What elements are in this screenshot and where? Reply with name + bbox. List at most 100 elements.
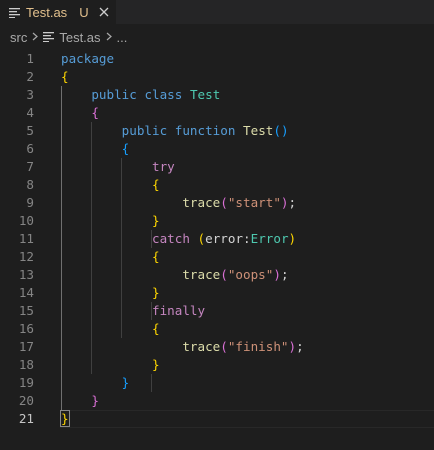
code-line[interactable]: 6 { bbox=[0, 140, 434, 158]
code-text: trace("start"); bbox=[61, 194, 296, 212]
chevron-right-icon bbox=[32, 30, 39, 44]
code-text: } bbox=[61, 212, 160, 230]
code-line[interactable]: 19 } bbox=[0, 374, 434, 392]
code-line[interactable]: 7 try bbox=[0, 158, 434, 176]
code-token: ; bbox=[288, 195, 297, 210]
line-number: 14 bbox=[18, 285, 34, 300]
code-token: } bbox=[91, 393, 99, 408]
code-token: error bbox=[205, 231, 244, 246]
code-token: } bbox=[60, 410, 70, 427]
code-text: { bbox=[61, 104, 99, 122]
code-token: Test bbox=[189, 87, 221, 102]
code-text: package bbox=[61, 50, 114, 68]
code-token: } bbox=[152, 357, 160, 372]
code-text: finally bbox=[61, 302, 205, 320]
line-number: 6 bbox=[26, 141, 34, 156]
code-line[interactable]: 15 finally bbox=[0, 302, 434, 320]
code-line[interactable]: 16 { bbox=[0, 320, 434, 338]
code-line[interactable]: 3 public class Test bbox=[0, 86, 434, 104]
breadcrumb-more[interactable]: ... bbox=[117, 30, 128, 45]
code-text: } bbox=[61, 356, 160, 374]
line-number: 13 bbox=[18, 267, 34, 282]
code-text: catch (error:Error) bbox=[61, 230, 296, 248]
line-number: 9 bbox=[26, 195, 34, 210]
code-line[interactable]: 12 { bbox=[0, 248, 434, 266]
code-token: ; bbox=[296, 339, 304, 354]
code-token: ( bbox=[220, 339, 228, 354]
line-number: 5 bbox=[26, 123, 34, 138]
tab-label: Test.as bbox=[26, 4, 68, 20]
code-line[interactable]: 21} bbox=[0, 410, 434, 428]
line-number: 19 bbox=[18, 375, 34, 390]
code-token: "start" bbox=[227, 195, 281, 210]
code-text: { bbox=[61, 320, 160, 338]
code-line[interactable]: 18 } bbox=[0, 356, 434, 374]
code-text: } bbox=[61, 374, 130, 392]
code-line[interactable]: 20 } bbox=[0, 392, 434, 410]
code-line[interactable]: 11 catch (error:Error) bbox=[0, 230, 434, 248]
code-token: Error bbox=[250, 231, 289, 246]
breadcrumb-file[interactable]: Test.as bbox=[43, 30, 101, 45]
code-token: ( bbox=[220, 195, 228, 210]
code-token: ( bbox=[197, 231, 206, 246]
code-line[interactable]: 10 } bbox=[0, 212, 434, 230]
code-editor[interactable]: 1 package 2{3 public class Test 4 {5 public… bbox=[0, 50, 434, 428]
code-line[interactable]: 8 { bbox=[0, 176, 434, 194]
code-token: { bbox=[152, 321, 160, 336]
code-text: public function Test() bbox=[61, 122, 289, 140]
code-text: { bbox=[61, 68, 69, 86]
code-line[interactable]: 5 public function Test() bbox=[0, 122, 434, 140]
file-lines-icon bbox=[8, 6, 20, 18]
code-line[interactable]: 13 trace("oops"); bbox=[0, 266, 434, 284]
tab-test-as[interactable]: Test.as U bbox=[0, 0, 116, 24]
line-number: 12 bbox=[18, 249, 34, 264]
untracked-badge: U bbox=[79, 4, 89, 20]
code-token: ) bbox=[288, 339, 297, 354]
code-line[interactable]: 4 { bbox=[0, 104, 434, 122]
code-token: function bbox=[174, 123, 236, 138]
line-number: 1 bbox=[26, 51, 34, 66]
code-text: trace("finish"); bbox=[61, 338, 304, 356]
code-token: } bbox=[152, 213, 160, 228]
code-token: { bbox=[152, 177, 160, 192]
line-number: 17 bbox=[18, 339, 34, 354]
code-token: finally bbox=[152, 303, 206, 318]
code-line[interactable]: 9 trace("start"); bbox=[0, 194, 434, 212]
code-text: } bbox=[61, 392, 99, 410]
code-line[interactable]: 17 trace("finish"); bbox=[0, 338, 434, 356]
chevron-right-icon bbox=[106, 30, 112, 44]
code-token: : bbox=[243, 231, 251, 246]
code-token: trace bbox=[182, 339, 221, 354]
code-token: ) bbox=[288, 231, 297, 246]
code-token: catch bbox=[152, 231, 190, 246]
line-number: 11 bbox=[18, 231, 34, 246]
code-token: ( bbox=[220, 267, 228, 282]
close-icon[interactable] bbox=[97, 4, 111, 20]
code-token: public bbox=[121, 123, 168, 138]
line-number: 7 bbox=[26, 159, 34, 174]
code-line[interactable]: 2{ bbox=[0, 68, 434, 86]
code-line[interactable]: 14 } bbox=[0, 284, 434, 302]
breadcrumb-folder-src[interactable]: src bbox=[10, 30, 27, 45]
code-line[interactable]: 1 package bbox=[0, 50, 434, 68]
code-token: package bbox=[61, 51, 115, 66]
code-token: { bbox=[61, 69, 69, 84]
code-token: trace bbox=[182, 195, 221, 210]
code-text: try bbox=[61, 158, 175, 176]
code-text: { bbox=[61, 248, 160, 266]
line-number: 2 bbox=[26, 69, 34, 84]
